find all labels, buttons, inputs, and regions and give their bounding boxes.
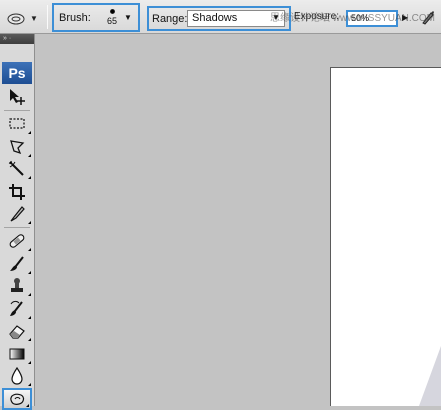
slice-icon: [10, 206, 25, 222]
ps-logo[interactable]: Ps: [2, 62, 32, 84]
airbrush-icon: [422, 11, 434, 25]
history-brush-tool[interactable]: [2, 298, 32, 320]
divider: [4, 110, 30, 111]
canvas-image-corner: [419, 346, 441, 406]
sponge-icon: [10, 393, 25, 405]
range-select[interactable]: Shadows: [187, 10, 285, 27]
healing-brush-tool[interactable]: [2, 230, 32, 252]
sponge-tool[interactable]: [2, 387, 32, 410]
gradient-tool[interactable]: [2, 343, 32, 365]
clone-stamp-tool[interactable]: [2, 275, 32, 297]
range-label: Range:: [152, 13, 188, 25]
submenu-indicator: [28, 270, 31, 274]
bandage-icon: [9, 234, 25, 248]
submenu-indicator: [26, 403, 29, 407]
range-value: Shadows: [192, 12, 238, 24]
exposure-value: 50%: [351, 13, 370, 23]
submenu-indicator: [28, 153, 31, 157]
submenu-indicator: [28, 338, 31, 341]
stamp-icon: [11, 278, 23, 292]
submenu-indicator: [28, 383, 31, 386]
separator: [47, 5, 48, 29]
submenu-indicator: [28, 131, 31, 134]
submenu-indicator: [28, 248, 31, 251]
lasso-tool[interactable]: [2, 136, 32, 158]
brush-preview[interactable]: 65: [101, 7, 123, 29]
chevron-down-icon[interactable]: ▼: [124, 13, 132, 22]
exposure-label: Exposure:: [294, 11, 340, 22]
marquee-tool[interactable]: [2, 113, 32, 135]
gradient-icon: [9, 348, 25, 359]
magic-wand-icon: [8, 160, 24, 176]
submenu-indicator: [28, 176, 31, 179]
brush-icon: [10, 255, 24, 271]
brush-tool[interactable]: [2, 253, 32, 275]
slice-tool[interactable]: [2, 203, 32, 225]
brush-label: Brush:: [59, 12, 91, 24]
move-tool[interactable]: [2, 86, 32, 108]
submenu-indicator: [28, 293, 31, 296]
brush-tip-icon: [109, 9, 115, 14]
range-control: Range: Shadows ▼: [147, 6, 291, 31]
divider: [4, 227, 30, 228]
submenu-indicator: [28, 360, 31, 364]
options-bar: ▼ Brush: 65 ▼ Range: Shadows ▼ Exposure:…: [0, 0, 441, 34]
exposure-input[interactable]: 50%: [346, 10, 398, 27]
document-canvas[interactable]: [330, 67, 441, 406]
blur-tool[interactable]: [2, 365, 32, 387]
airbrush-button[interactable]: [420, 9, 436, 25]
eraser-icon: [9, 325, 25, 339]
toolbox: » · Ps: [0, 34, 35, 410]
lasso-icon: [10, 139, 25, 154]
chevron-down-icon[interactable]: ▼: [272, 13, 280, 22]
crop-icon: [9, 183, 25, 200]
chevron-right-icon[interactable]: ▶: [402, 13, 408, 22]
submenu-indicator: [28, 221, 31, 224]
chevron-down-icon: ▼: [30, 13, 38, 23]
move-icon: [10, 89, 25, 105]
sponge-tool-icon: [7, 13, 25, 25]
magic-wand-tool[interactable]: [2, 158, 32, 180]
eraser-tool[interactable]: [2, 320, 32, 342]
history-brush-icon: [10, 300, 23, 316]
blur-icon: [11, 367, 23, 385]
marquee-icon: [9, 118, 25, 129]
toolbox-grip[interactable]: » ·: [0, 34, 34, 44]
crop-tool[interactable]: [2, 181, 32, 203]
tool-preset-picker[interactable]: ▼: [6, 8, 44, 28]
brush-picker[interactable]: Brush: 65 ▼: [52, 3, 140, 32]
brush-size: 65: [106, 16, 117, 26]
submenu-indicator: [28, 315, 31, 319]
